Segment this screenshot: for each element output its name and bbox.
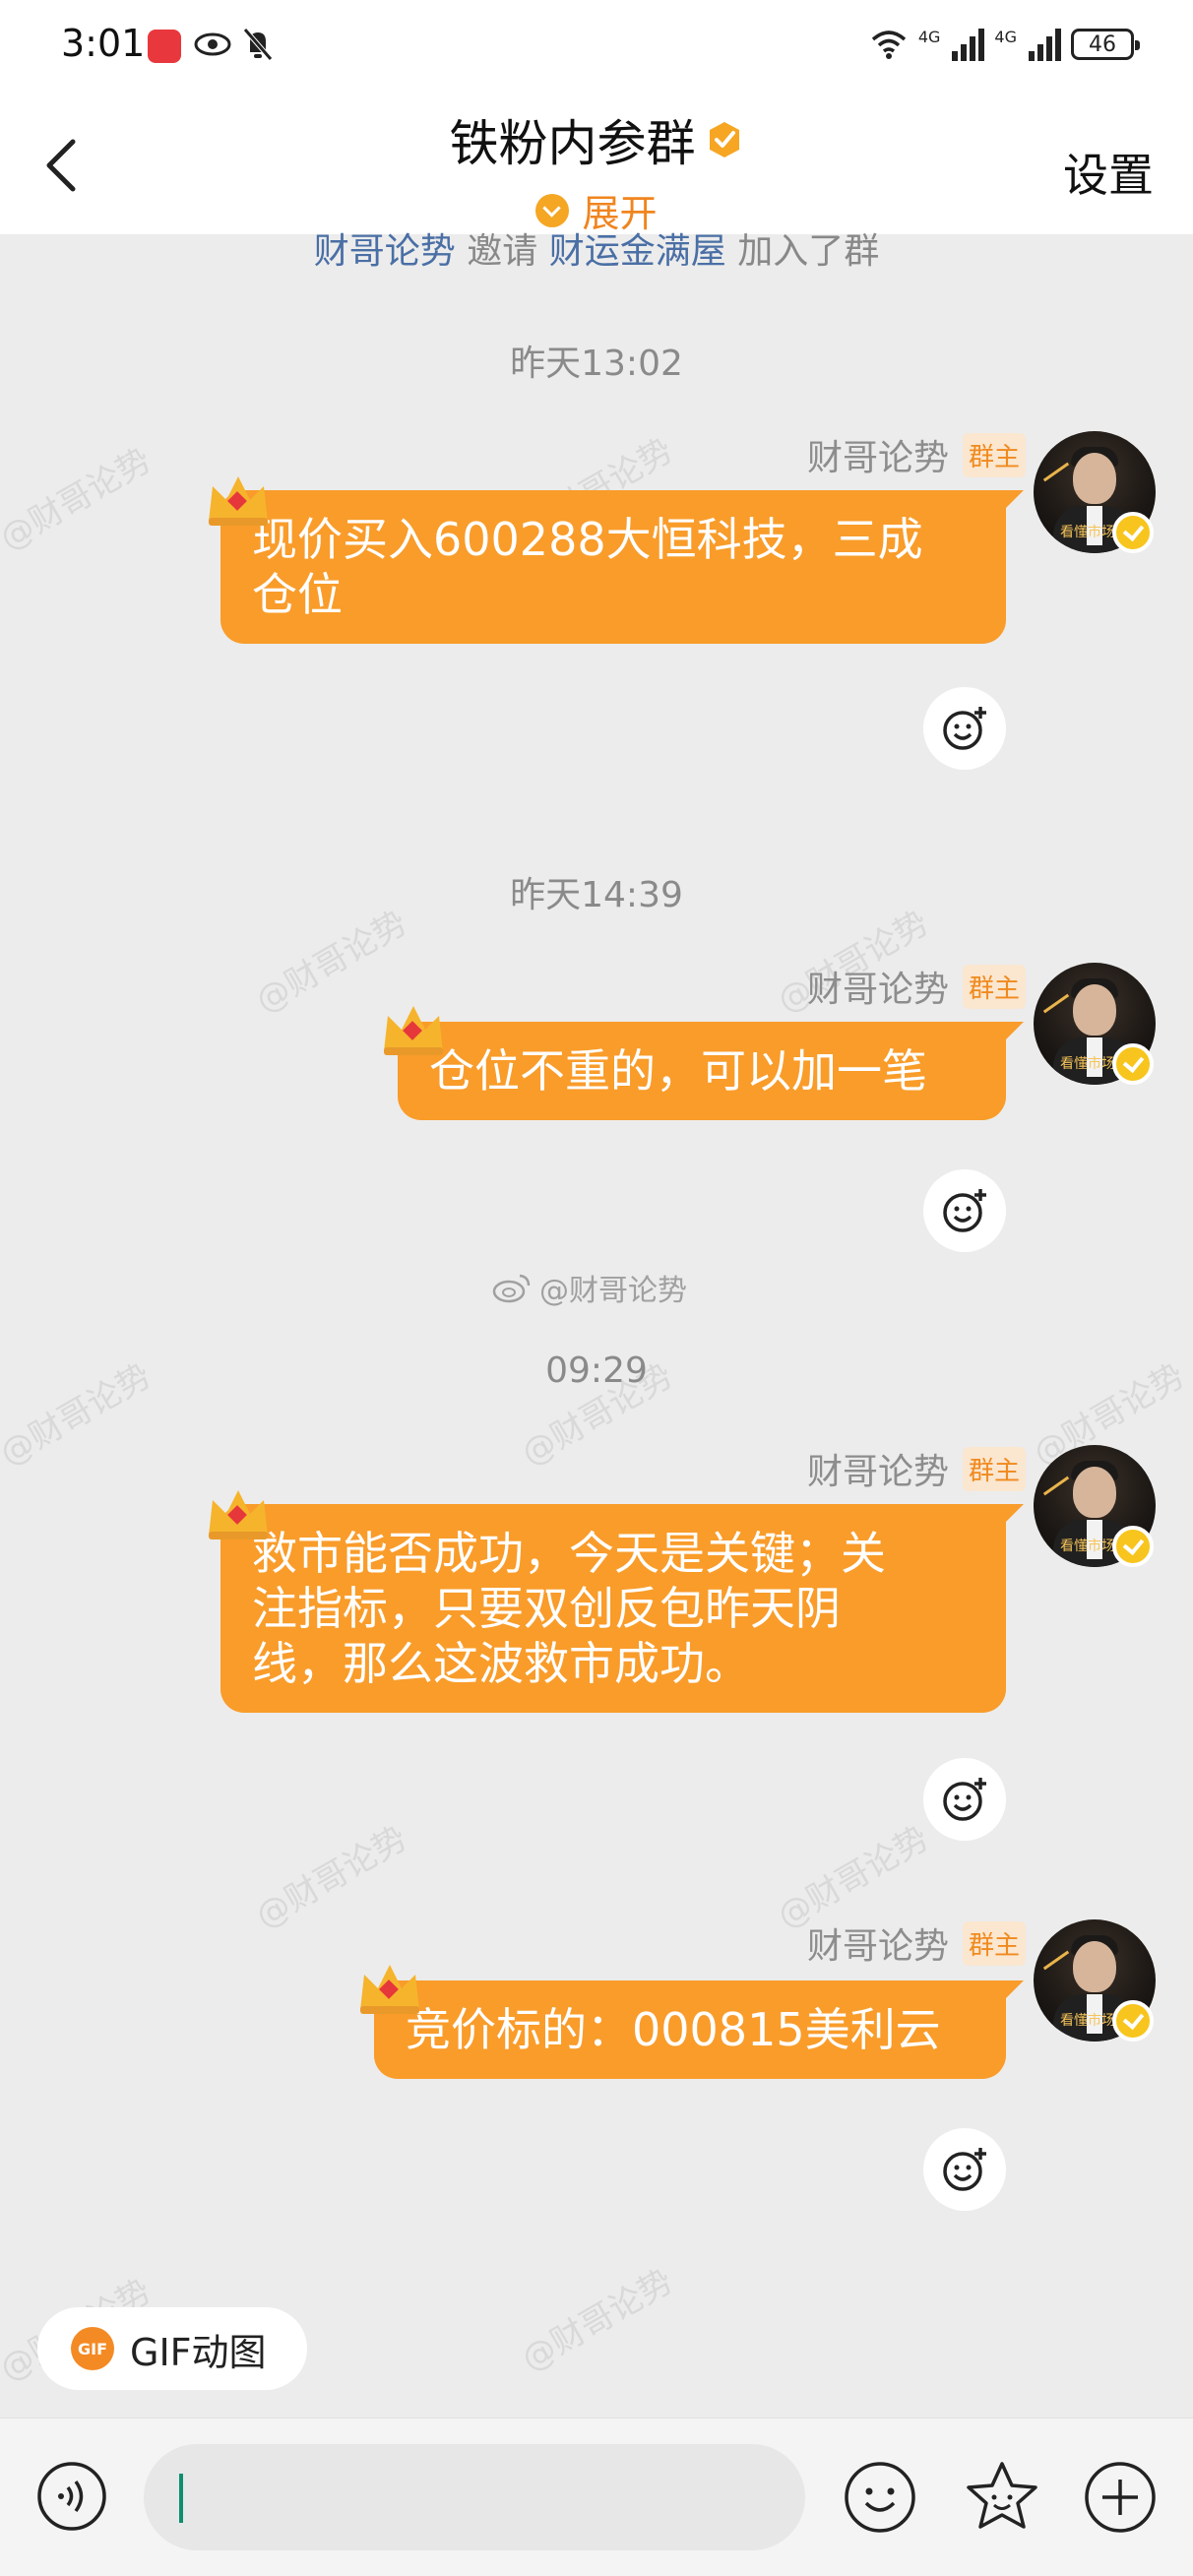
owner-badge: 群主 (962, 1920, 1026, 1966)
verified-badge-icon (1112, 1526, 1154, 1567)
sender-name[interactable]: 财哥论势 (807, 429, 949, 480)
crown-icon (209, 476, 268, 526)
verified-badge-icon (1112, 1043, 1154, 1085)
message-line: 仓位不重的，可以加一笔 (429, 1044, 927, 1098)
text-caret (179, 2474, 183, 2523)
watermark: @财哥论势 (0, 440, 158, 559)
system-suffix: 加入了群 (737, 231, 880, 272)
system-message: 财哥论势 邀请 财运金满屋 加入了群 (0, 222, 1193, 274)
message-line: 注指标，只要双创反包昨天阴 (252, 1582, 841, 1635)
message-bubble[interactable]: 仓位不重的，可以加一笔 (398, 1022, 1024, 1120)
signal-icon (952, 28, 985, 61)
weibo-watermark-text: @财哥论势 (539, 1274, 687, 1308)
gif-icon: GIF (71, 2327, 114, 2370)
add-reaction-icon (943, 1189, 986, 1232)
owner-badge: 群主 (962, 964, 1026, 1009)
system-action: 邀请 (467, 231, 538, 272)
status-bar: 3:01 4G 4G 46 (0, 0, 1193, 94)
time-separator: 昨天14:39 (510, 875, 683, 915)
message-line: 现价买入600288大恒科技，三成 (252, 513, 923, 566)
add-reaction-button[interactable] (923, 1169, 1006, 1252)
signal-icon (1029, 28, 1061, 61)
sender-row: 财哥论势 群主 (807, 961, 1026, 1012)
weibo-icon (492, 1274, 531, 1303)
plus-icon[interactable] (1083, 2460, 1158, 2535)
message-bubble[interactable]: 救市能否成功，今天是关键；关 注指标，只要双创反包昨天阴 线，那么这波救市成功。 (220, 1504, 1024, 1713)
gif-button[interactable]: GIF GIF动图 (37, 2307, 307, 2390)
message-line: 竞价标的：000815美利云 (406, 2003, 941, 2056)
status-right: 4G 4G 46 (869, 28, 1140, 61)
sender-row: 财哥论势 群主 (807, 1443, 1026, 1494)
message-line: 仓位 (252, 568, 343, 621)
sender-row: 财哥论势 群主 (807, 1917, 1026, 1969)
verified-badge-icon (709, 122, 739, 157)
emoji-icon[interactable] (843, 2460, 917, 2535)
battery-icon: 46 (1071, 29, 1140, 60)
inviter-link[interactable]: 财哥论势 (314, 231, 456, 272)
add-reaction-icon (943, 707, 986, 750)
bell-muted-icon (243, 28, 273, 61)
group-title[interactable]: 铁粉内参群 (449, 115, 695, 172)
shopping-app-icon (148, 30, 181, 63)
sticker-icon[interactable] (963, 2458, 1041, 2537)
network-type-b: 4G (994, 28, 1017, 46)
add-reaction-button[interactable] (923, 1758, 1006, 1841)
status-time: 3:01 (61, 22, 146, 65)
invitee-link[interactable]: 财运金满屋 (549, 231, 726, 272)
time-separator: 09:29 (545, 1351, 648, 1391)
sender-name[interactable]: 财哥论势 (807, 1443, 949, 1494)
crown-icon (384, 1006, 443, 1055)
add-reaction-button[interactable] (923, 687, 1006, 770)
time-separator: 昨天13:02 (510, 344, 683, 384)
settings-button[interactable]: 设置 (1063, 140, 1154, 205)
gif-label: GIF动图 (130, 2330, 267, 2374)
sender-row: 财哥论势 群主 (807, 429, 1026, 480)
message-line: 线，那么这波救市成功。 (252, 1637, 750, 1690)
sender-name[interactable]: 财哥论势 (807, 961, 949, 1012)
watermark: @财哥论势 (515, 2261, 680, 2380)
add-reaction-icon (943, 2148, 986, 2191)
add-reaction-button[interactable] (923, 2128, 1006, 2211)
network-type-a: 4G (917, 28, 941, 46)
message-line: 救市能否成功，今天是关键；关 (252, 1527, 886, 1580)
sender-name[interactable]: 财哥论势 (807, 1917, 949, 1969)
owner-badge: 群主 (962, 1446, 1026, 1491)
crown-icon (360, 1965, 419, 2014)
message-input[interactable] (144, 2444, 805, 2550)
wifi-icon (871, 31, 906, 59)
message-bubble[interactable]: 现价买入600288大恒科技，三成 仓位 (220, 490, 1024, 644)
voice-icon[interactable] (35, 2460, 108, 2533)
weibo-watermark: @财哥论势 (492, 1266, 687, 1309)
verified-badge-icon (1112, 512, 1154, 553)
add-reaction-icon (943, 1778, 986, 1821)
input-bar (0, 2418, 1193, 2576)
chat-header: 铁粉内参群 展开 设置 (0, 94, 1193, 235)
title-row: 铁粉内参群 (0, 104, 1193, 175)
verified-badge-icon (1112, 2000, 1154, 2042)
eye-icon (194, 32, 231, 56)
owner-badge: 群主 (962, 432, 1026, 477)
watermark: @财哥论势 (249, 1818, 414, 1937)
message-bubble[interactable]: 竞价标的：000815美利云 (374, 1980, 1024, 2079)
crown-icon (209, 1490, 268, 1539)
